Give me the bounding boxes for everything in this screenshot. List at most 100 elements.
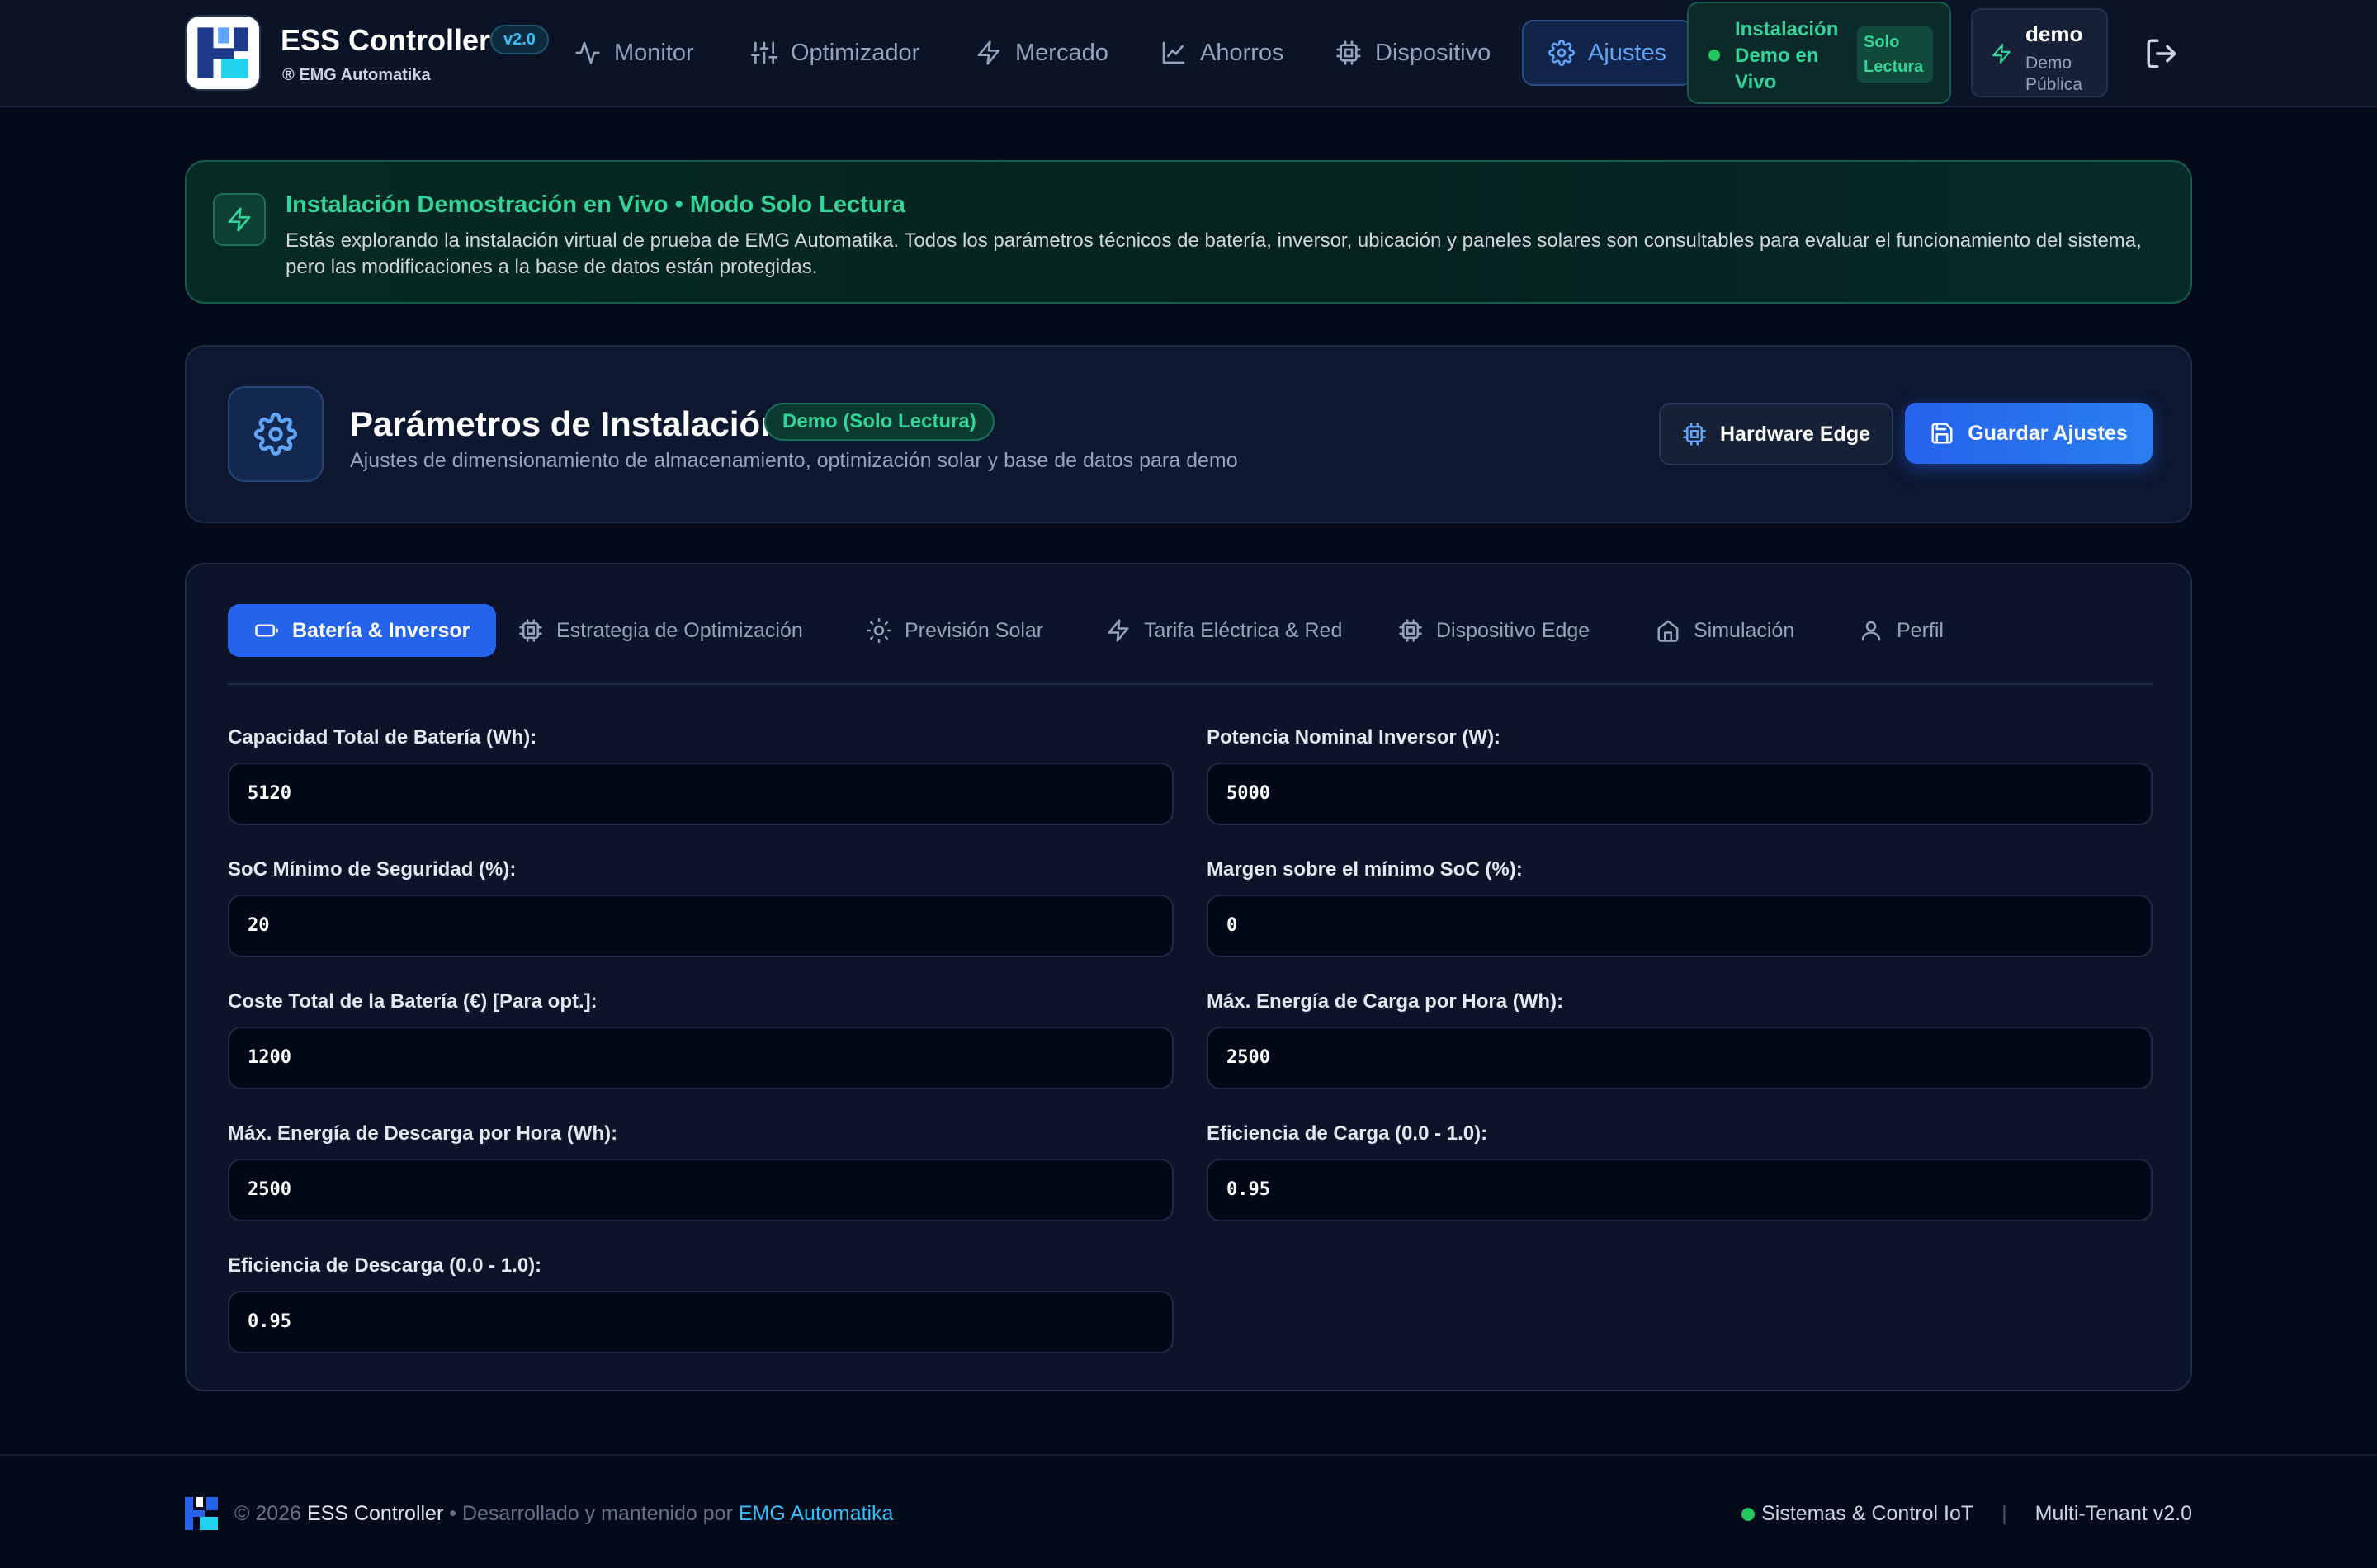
tab-label: Previsión Solar [905,618,1044,642]
footer-version: Multi-Tenant v2.0 [2034,1502,2192,1525]
page-footer: © 2026 ESS Controller • Desarrollado y m… [0,1454,2377,1568]
bolt-icon [1992,44,2011,64]
save-settings-button[interactable]: Guardar Ajustes [1905,403,2153,464]
nav-ahorros[interactable]: Ahorros [1160,20,1284,86]
tab-dispositivo-edge[interactable]: Dispositivo Edge [1398,604,1590,657]
battery-cost-input[interactable]: 1200 [228,1027,1174,1089]
save-icon [1931,423,1953,444]
footer-status-text: Sistemas & Control IoT [1761,1502,1974,1525]
gear-icon [1548,40,1575,66]
footer-dev-text: • Desarrollado y mantenido por [449,1502,733,1525]
battery-cost-label: Coste Total de la Batería (€) [Para opt.… [228,990,598,1013]
footer-company-link[interactable]: EMG Automatika [739,1502,894,1525]
params-icon-box [228,386,324,482]
tab-tarifa-electrica[interactable]: Tarifa Eléctrica & Red [1106,604,1342,657]
nav-mercado-label: Mercado [1015,39,1108,66]
max-charge-label: Máx. Energía de Carga por Hora (Wh): [1207,990,1564,1013]
readonly-badge: Solo Lectura [1857,26,1933,83]
soc-margin-input[interactable]: 0 [1207,895,2153,957]
min-soc-input[interactable]: 20 [228,895,1174,957]
bolt-icon [1108,619,1129,642]
demo-readonly-badge: Demo (Solo Lectura) [764,403,995,441]
bolt-icon [977,40,1000,65]
app-logo[interactable] [185,15,261,91]
tab-perfil[interactable]: Perfil [1859,604,1944,657]
banner-text: Estás explorando la instalación virtual … [286,229,2142,278]
user-role: Demo Pública [2025,54,2082,94]
footer-product: ESS Controller [306,1502,444,1525]
nav-ajustes-label: Ajustes [1588,39,1667,66]
hardware-edge-button[interactable]: Hardware Edge [1659,403,1893,465]
user-icon [1861,621,1881,641]
min-soc-label: SoC Mínimo de Seguridad (%): [228,858,517,881]
chip-icon [519,619,542,642]
tab-estrategia-optimizacion[interactable]: Estrategia de Optimización [518,604,803,657]
discharge-efficiency-label: Eficiencia de Descarga (0.0 - 1.0): [228,1254,542,1277]
tab-simulacion[interactable]: Simulación [1656,604,1794,657]
chip-icon [1399,619,1422,642]
nav-optimizador-label: Optimizador [791,39,920,66]
nav-mercado[interactable]: Mercado [976,20,1108,86]
live-dot-icon [1708,50,1720,61]
inverter-power-label: Potencia Nominal Inversor (W): [1207,726,1501,749]
installation-params-header: Parámetros de Instalación Demo (Solo Lec… [185,345,2192,523]
footer-copyright: © 2026 [234,1502,301,1525]
battery-icon [255,624,278,637]
status-dot-icon [1741,1507,1756,1521]
bolt-icon [228,207,251,232]
max-discharge-label: Máx. Energía de Descarga por Hora (Wh): [228,1122,618,1145]
nav-dispositivo[interactable]: Dispositivo [1335,20,1491,86]
nav-ajustes[interactable]: Ajustes [1522,20,1694,86]
logo-icon [187,17,259,89]
tab-label: Simulación [1694,618,1795,642]
save-settings-label: Guardar Ajustes [1968,421,2128,445]
banner-title: Instalación Demostración en Vivo • Modo … [286,191,905,218]
user-name: demo [2025,21,2083,46]
user-menu[interactable]: demo Demo Pública [1971,8,2108,97]
nav-optimizador[interactable]: Optimizador [751,20,919,86]
app-subtitle: ® EMG Automatika [282,66,431,84]
footer-credits: © 2026 ESS Controller • Desarrollado y m… [234,1502,893,1526]
version-badge: v2.0 [490,25,549,54]
chip-icon [1683,423,1706,446]
sun-icon [867,618,891,643]
tab-label: Batería & Inversor [292,618,470,642]
hardware-edge-label: Hardware Edge [1719,422,1870,446]
discharge-efficiency-input[interactable]: 0.95 [228,1291,1174,1353]
logout-icon[interactable] [2144,36,2179,71]
tab-prevision-solar[interactable]: Previsión Solar [867,604,1043,657]
page-subtitle: Ajustes de dimensionamiento de almacenam… [350,449,1238,472]
charge-efficiency-label: Eficiencia de Carga (0.0 - 1.0): [1207,1122,1488,1145]
inverter-power-input[interactable]: 5000 [1207,763,2153,825]
tab-label: Tarifa Eléctrica & Red [1144,618,1343,642]
chip-icon [1336,40,1361,65]
max-charge-input[interactable]: 2500 [1207,1027,2153,1089]
demo-status-text: Instalación Demo en Vivo [1735,18,1839,93]
banner-icon-box [213,193,266,246]
demo-info-banner: Instalación Demostración en Vivo • Modo … [185,160,2192,304]
activity-icon [575,41,600,64]
footer-status: Sistemas & Control IoT | Multi-Tenant v2… [1741,1502,2192,1526]
nav-monitor-label: Monitor [614,39,694,66]
tab-bateria-inversor[interactable]: Batería & Inversor [228,604,497,657]
nav-monitor[interactable]: Monitor [574,20,694,86]
demo-status-pill: Instalación Demo en Vivo Solo Lectura [1687,2,1951,104]
tab-label: Estrategia de Optimización [556,618,803,642]
max-discharge-input[interactable]: 2500 [228,1159,1174,1221]
tabs-divider [228,683,2153,685]
home-icon [1657,620,1679,642]
page-title: Parámetros de Instalación [350,404,782,443]
logo-icon [185,1497,218,1530]
settings-panel: Batería & Inversor Estrategia de Optimiz… [185,563,2192,1391]
gear-icon [254,413,297,456]
soc-margin-label: Margen sobre el mínimo SoC (%): [1207,858,1523,881]
tab-label: Dispositivo Edge [1436,618,1590,642]
charge-efficiency-input[interactable]: 0.95 [1207,1159,2153,1221]
nav-dispositivo-label: Dispositivo [1375,39,1491,66]
nav-ahorros-label: Ahorros [1200,39,1284,66]
battery-capacity-input[interactable]: 5120 [228,763,1174,825]
app-title: ESS Controller [281,23,491,57]
tab-label: Perfil [1897,618,1944,642]
chart-line-icon [1162,41,1185,64]
battery-capacity-label: Capacidad Total de Batería (Wh): [228,726,537,749]
